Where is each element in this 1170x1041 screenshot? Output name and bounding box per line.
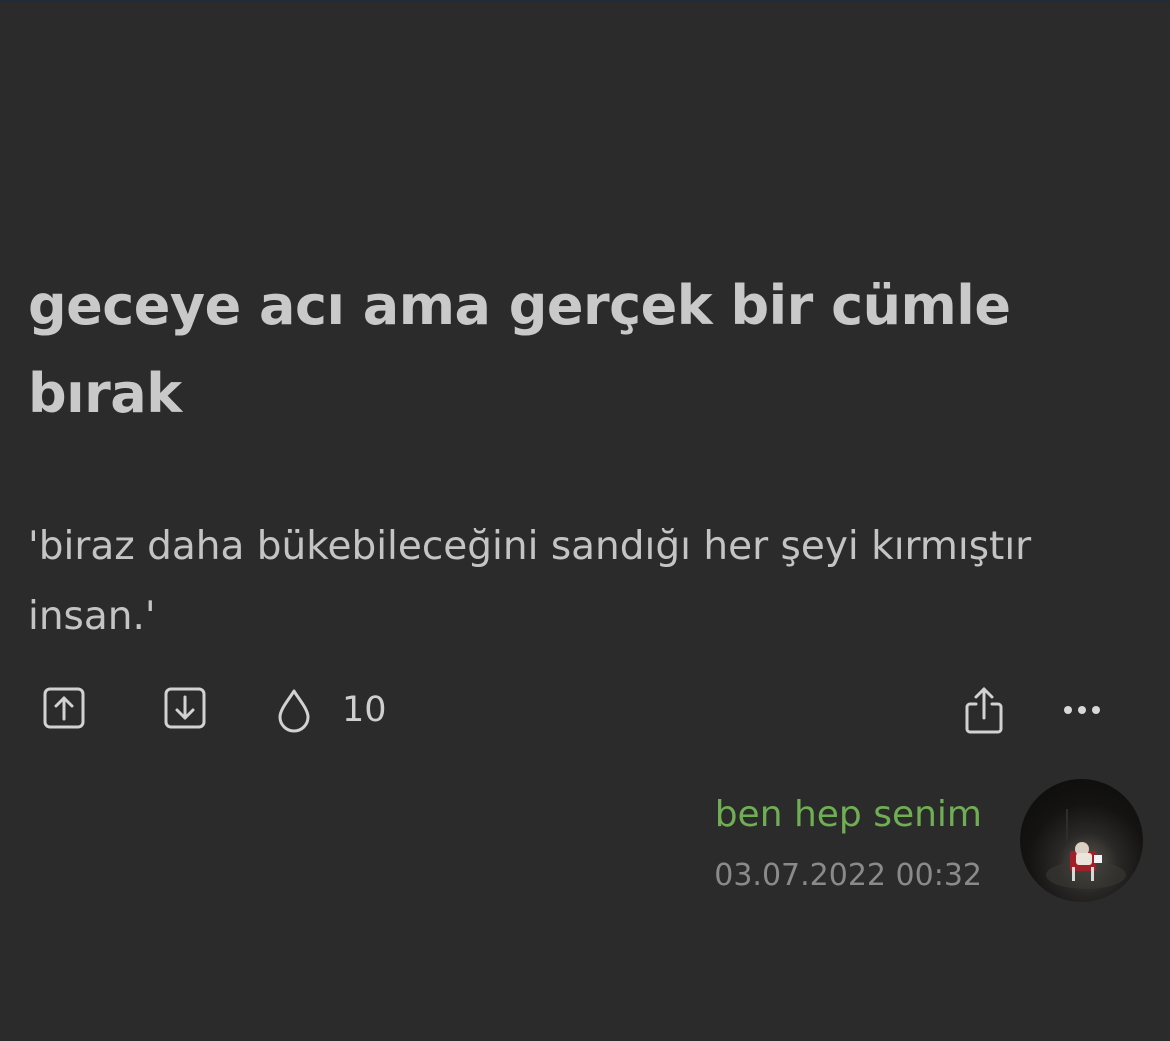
arrow-down-square-icon[interactable] — [163, 686, 209, 732]
more-dots-icon[interactable] — [1058, 694, 1106, 724]
avatar[interactable] — [1020, 779, 1143, 902]
avatar-image — [1046, 809, 1126, 889]
author-name[interactable]: ben hep senim — [715, 790, 982, 840]
top-border — [0, 0, 1170, 2]
drop-count: 10 — [342, 690, 387, 730]
share-icon[interactable] — [962, 684, 1006, 736]
post-body: 'biraz daha bükebileceğini sandığı her ş… — [28, 524, 1032, 639]
post-timestamp: 03.07.2022 00:32 — [714, 858, 982, 893]
arrow-up-square-icon[interactable] — [42, 686, 88, 732]
action-bar: 10 — [0, 680, 1170, 744]
water-drop-icon[interactable] — [274, 686, 314, 734]
post-title: geceye acı ama gerçek bir cümle bırak — [28, 274, 1011, 425]
